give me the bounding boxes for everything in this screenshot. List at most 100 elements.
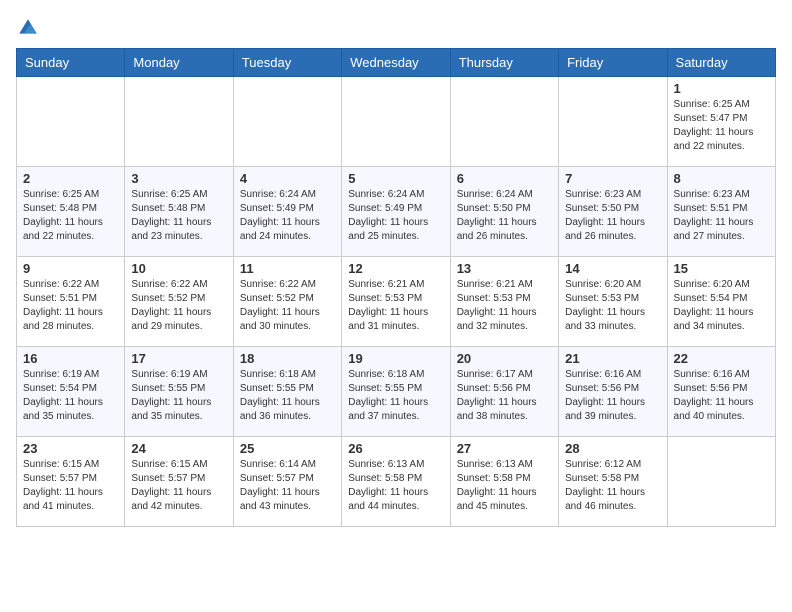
day-info: Sunrise: 6:25 AM Sunset: 5:48 PM Dayligh… bbox=[23, 188, 118, 244]
calendar-cell: 14 Sunrise: 6:20 AM Sunset: 5:53 PM Dayli… bbox=[559, 257, 667, 347]
day-number: 24 bbox=[131, 441, 226, 456]
logo-icon bbox=[16, 16, 40, 40]
calendar-cell bbox=[667, 437, 775, 527]
day-number: 7 bbox=[565, 171, 660, 186]
day-number: 26 bbox=[348, 441, 443, 456]
day-info: Sunrise: 6:13 AM Sunset: 5:58 PM Dayligh… bbox=[457, 458, 552, 514]
calendar-week-row: 16 Sunrise: 6:19 AM Sunset: 5:54 PM Dayli… bbox=[17, 347, 776, 437]
calendar-cell: 4 Sunrise: 6:24 AM Sunset: 5:49 PM Daylig… bbox=[233, 167, 341, 257]
day-header-wednesday: Wednesday bbox=[342, 49, 450, 77]
day-info: Sunrise: 6:21 AM Sunset: 5:53 PM Dayligh… bbox=[348, 278, 443, 334]
calendar-cell: 3 Sunrise: 6:25 AM Sunset: 5:48 PM Daylig… bbox=[125, 167, 233, 257]
day-number: 10 bbox=[131, 261, 226, 276]
calendar-cell: 26 Sunrise: 6:13 AM Sunset: 5:58 PM Dayli… bbox=[342, 437, 450, 527]
calendar-cell: 12 Sunrise: 6:21 AM Sunset: 5:53 PM Dayli… bbox=[342, 257, 450, 347]
calendar-cell bbox=[17, 77, 125, 167]
day-info: Sunrise: 6:15 AM Sunset: 5:57 PM Dayligh… bbox=[131, 458, 226, 514]
day-number: 3 bbox=[131, 171, 226, 186]
day-number: 5 bbox=[348, 171, 443, 186]
day-info: Sunrise: 6:22 AM Sunset: 5:51 PM Dayligh… bbox=[23, 278, 118, 334]
day-number: 22 bbox=[674, 351, 769, 366]
calendar-cell: 8 Sunrise: 6:23 AM Sunset: 5:51 PM Daylig… bbox=[667, 167, 775, 257]
day-number: 20 bbox=[457, 351, 552, 366]
day-info: Sunrise: 6:25 AM Sunset: 5:47 PM Dayligh… bbox=[674, 98, 769, 154]
day-header-tuesday: Tuesday bbox=[233, 49, 341, 77]
calendar-cell: 2 Sunrise: 6:25 AM Sunset: 5:48 PM Daylig… bbox=[17, 167, 125, 257]
day-header-thursday: Thursday bbox=[450, 49, 558, 77]
calendar-cell: 22 Sunrise: 6:16 AM Sunset: 5:56 PM Dayli… bbox=[667, 347, 775, 437]
day-number: 2 bbox=[23, 171, 118, 186]
day-number: 18 bbox=[240, 351, 335, 366]
day-number: 23 bbox=[23, 441, 118, 456]
calendar-cell: 27 Sunrise: 6:13 AM Sunset: 5:58 PM Dayli… bbox=[450, 437, 558, 527]
calendar-cell: 6 Sunrise: 6:24 AM Sunset: 5:50 PM Daylig… bbox=[450, 167, 558, 257]
day-number: 11 bbox=[240, 261, 335, 276]
calendar-cell: 9 Sunrise: 6:22 AM Sunset: 5:51 PM Daylig… bbox=[17, 257, 125, 347]
calendar-cell bbox=[559, 77, 667, 167]
day-number: 4 bbox=[240, 171, 335, 186]
day-info: Sunrise: 6:23 AM Sunset: 5:50 PM Dayligh… bbox=[565, 188, 660, 244]
calendar-cell: 23 Sunrise: 6:15 AM Sunset: 5:57 PM Dayli… bbox=[17, 437, 125, 527]
calendar-cell: 7 Sunrise: 6:23 AM Sunset: 5:50 PM Daylig… bbox=[559, 167, 667, 257]
day-number: 15 bbox=[674, 261, 769, 276]
day-number: 25 bbox=[240, 441, 335, 456]
day-info: Sunrise: 6:15 AM Sunset: 5:57 PM Dayligh… bbox=[23, 458, 118, 514]
day-info: Sunrise: 6:24 AM Sunset: 5:49 PM Dayligh… bbox=[240, 188, 335, 244]
day-number: 13 bbox=[457, 261, 552, 276]
day-header-sunday: Sunday bbox=[17, 49, 125, 77]
day-header-friday: Friday bbox=[559, 49, 667, 77]
day-number: 6 bbox=[457, 171, 552, 186]
day-info: Sunrise: 6:14 AM Sunset: 5:57 PM Dayligh… bbox=[240, 458, 335, 514]
day-number: 27 bbox=[457, 441, 552, 456]
calendar-cell: 18 Sunrise: 6:18 AM Sunset: 5:55 PM Dayli… bbox=[233, 347, 341, 437]
day-info: Sunrise: 6:22 AM Sunset: 5:52 PM Dayligh… bbox=[131, 278, 226, 334]
day-info: Sunrise: 6:20 AM Sunset: 5:53 PM Dayligh… bbox=[565, 278, 660, 334]
calendar-cell: 28Sunrise: 6:12 AM Sunset: 5:58 PM Dayli… bbox=[559, 437, 667, 527]
calendar-cell: 17 Sunrise: 6:19 AM Sunset: 5:55 PM Dayli… bbox=[125, 347, 233, 437]
day-info: Sunrise: 6:24 AM Sunset: 5:49 PM Dayligh… bbox=[348, 188, 443, 244]
day-info: Sunrise: 6:24 AM Sunset: 5:50 PM Dayligh… bbox=[457, 188, 552, 244]
calendar-cell: 15 Sunrise: 6:20 AM Sunset: 5:54 PM Dayli… bbox=[667, 257, 775, 347]
calendar-cell bbox=[125, 77, 233, 167]
calendar-cell bbox=[342, 77, 450, 167]
calendar-week-row: 23 Sunrise: 6:15 AM Sunset: 5:57 PM Dayli… bbox=[17, 437, 776, 527]
day-info: Sunrise: 6:18 AM Sunset: 5:55 PM Dayligh… bbox=[240, 368, 335, 424]
day-number: 17 bbox=[131, 351, 226, 366]
calendar-cell: 25 Sunrise: 6:14 AM Sunset: 5:57 PM Dayli… bbox=[233, 437, 341, 527]
day-info: Sunrise: 6:13 AM Sunset: 5:58 PM Dayligh… bbox=[348, 458, 443, 514]
calendar-header-row: SundayMondayTuesdayWednesdayThursdayFrid… bbox=[17, 49, 776, 77]
day-info: Sunrise: 6:19 AM Sunset: 5:54 PM Dayligh… bbox=[23, 368, 118, 424]
day-number: 21 bbox=[565, 351, 660, 366]
calendar-cell: 11Sunrise: 6:22 AM Sunset: 5:52 PM Dayli… bbox=[233, 257, 341, 347]
day-number: 16 bbox=[23, 351, 118, 366]
calendar-cell: 20 Sunrise: 6:17 AM Sunset: 5:56 PM Dayli… bbox=[450, 347, 558, 437]
calendar-week-row: 2 Sunrise: 6:25 AM Sunset: 5:48 PM Daylig… bbox=[17, 167, 776, 257]
calendar-cell: 19 Sunrise: 6:18 AM Sunset: 5:55 PM Dayli… bbox=[342, 347, 450, 437]
day-info: Sunrise: 6:18 AM Sunset: 5:55 PM Dayligh… bbox=[348, 368, 443, 424]
calendar-week-row: 9 Sunrise: 6:22 AM Sunset: 5:51 PM Daylig… bbox=[17, 257, 776, 347]
calendar-cell: 5 Sunrise: 6:24 AM Sunset: 5:49 PM Daylig… bbox=[342, 167, 450, 257]
day-info: Sunrise: 6:23 AM Sunset: 5:51 PM Dayligh… bbox=[674, 188, 769, 244]
day-header-saturday: Saturday bbox=[667, 49, 775, 77]
day-info: Sunrise: 6:16 AM Sunset: 5:56 PM Dayligh… bbox=[674, 368, 769, 424]
calendar-cell: 21 Sunrise: 6:16 AM Sunset: 5:56 PM Dayli… bbox=[559, 347, 667, 437]
day-number: 19 bbox=[348, 351, 443, 366]
day-info: Sunrise: 6:19 AM Sunset: 5:55 PM Dayligh… bbox=[131, 368, 226, 424]
calendar-cell: 10 Sunrise: 6:22 AM Sunset: 5:52 PM Dayli… bbox=[125, 257, 233, 347]
day-number: 1 bbox=[674, 81, 769, 96]
calendar-cell: 16 Sunrise: 6:19 AM Sunset: 5:54 PM Dayli… bbox=[17, 347, 125, 437]
day-info: Sunrise: 6:16 AM Sunset: 5:56 PM Dayligh… bbox=[565, 368, 660, 424]
day-info: Sunrise: 6:21 AM Sunset: 5:53 PM Dayligh… bbox=[457, 278, 552, 334]
day-number: 28 bbox=[565, 441, 660, 456]
day-header-monday: Monday bbox=[125, 49, 233, 77]
day-number: 14 bbox=[565, 261, 660, 276]
calendar-week-row: 1 Sunrise: 6:25 AM Sunset: 5:47 PM Daylig… bbox=[17, 77, 776, 167]
calendar-table: SundayMondayTuesdayWednesdayThursdayFrid… bbox=[16, 48, 776, 527]
day-number: 8 bbox=[674, 171, 769, 186]
day-number: 9 bbox=[23, 261, 118, 276]
day-number: 12 bbox=[348, 261, 443, 276]
day-info: Sunrise: 6:17 AM Sunset: 5:56 PM Dayligh… bbox=[457, 368, 552, 424]
day-info: Sunrise: 6:25 AM Sunset: 5:48 PM Dayligh… bbox=[131, 188, 226, 244]
day-info: Sunrise: 6:20 AM Sunset: 5:54 PM Dayligh… bbox=[674, 278, 769, 334]
calendar-cell: 1 Sunrise: 6:25 AM Sunset: 5:47 PM Daylig… bbox=[667, 77, 775, 167]
